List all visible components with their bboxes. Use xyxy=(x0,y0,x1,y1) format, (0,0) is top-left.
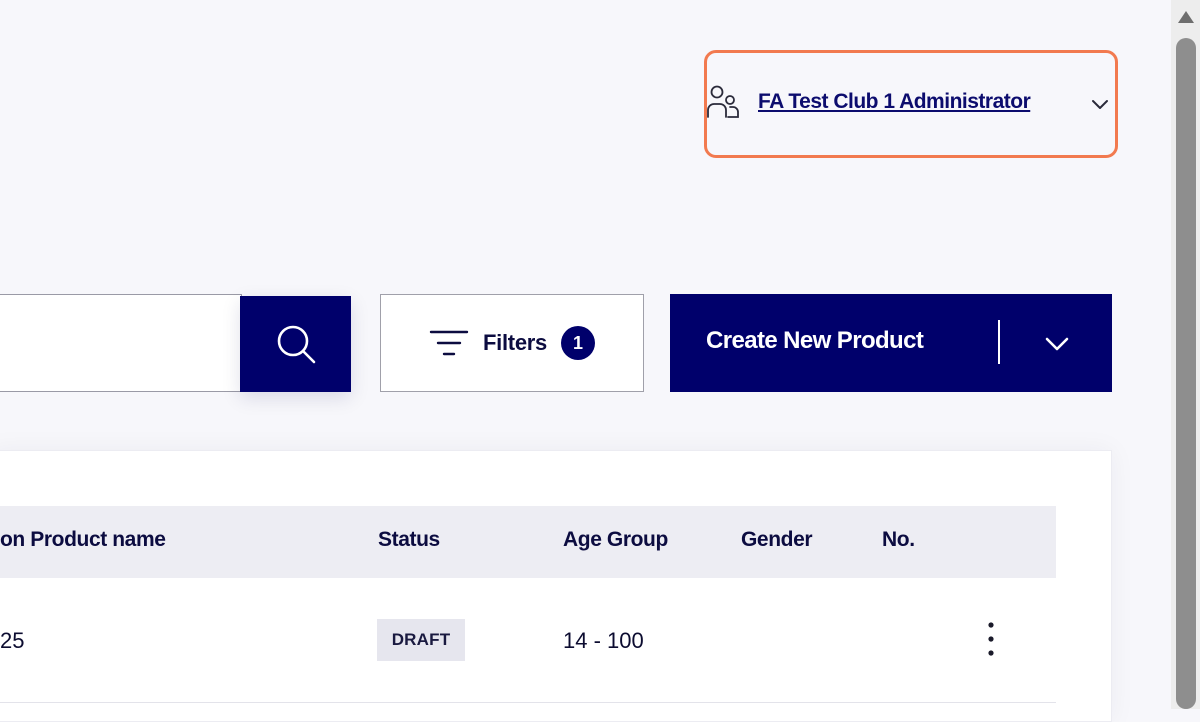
column-header-age-group[interactable]: Age Group xyxy=(563,528,668,552)
button-divider xyxy=(998,320,1000,364)
column-header-status[interactable]: Status xyxy=(378,528,440,552)
chevron-down-icon[interactable] xyxy=(1044,336,1070,352)
products-table xyxy=(0,450,1112,722)
filters-button[interactable]: Filters 1 xyxy=(380,294,644,392)
search-button[interactable] xyxy=(240,296,351,392)
cell-age-group: 14 - 100 xyxy=(563,628,644,653)
search-icon xyxy=(277,325,315,364)
create-new-product-button[interactable]: Create New Product xyxy=(670,294,1112,392)
column-header-gender[interactable]: Gender xyxy=(741,528,813,552)
search-input[interactable] xyxy=(0,294,242,392)
scroll-up-arrow-icon[interactable] xyxy=(1177,10,1195,24)
create-new-product-label: Create New Product xyxy=(706,327,924,354)
more-vertical-icon[interactable] xyxy=(982,620,1000,660)
status-badge: DRAFT xyxy=(377,619,465,661)
users-icon xyxy=(707,85,739,118)
chevron-down-icon[interactable] xyxy=(1090,97,1110,111)
row-divider xyxy=(0,702,1056,703)
filters-label: Filters xyxy=(483,330,547,355)
cell-product-name[interactable]: 25 xyxy=(0,628,24,654)
column-header-product-name[interactable]: on Product name xyxy=(0,528,166,552)
user-name-link[interactable]: FA Test Club 1 Administrator xyxy=(758,90,1031,114)
column-header-number[interactable]: No. xyxy=(882,528,915,552)
scrollbar-thumb[interactable] xyxy=(1176,38,1196,709)
page: FA Test Club 1 Administrator Filters 1 C… xyxy=(0,0,1200,722)
filters-count-badge: 1 xyxy=(560,326,595,360)
filter-icon xyxy=(429,330,469,356)
